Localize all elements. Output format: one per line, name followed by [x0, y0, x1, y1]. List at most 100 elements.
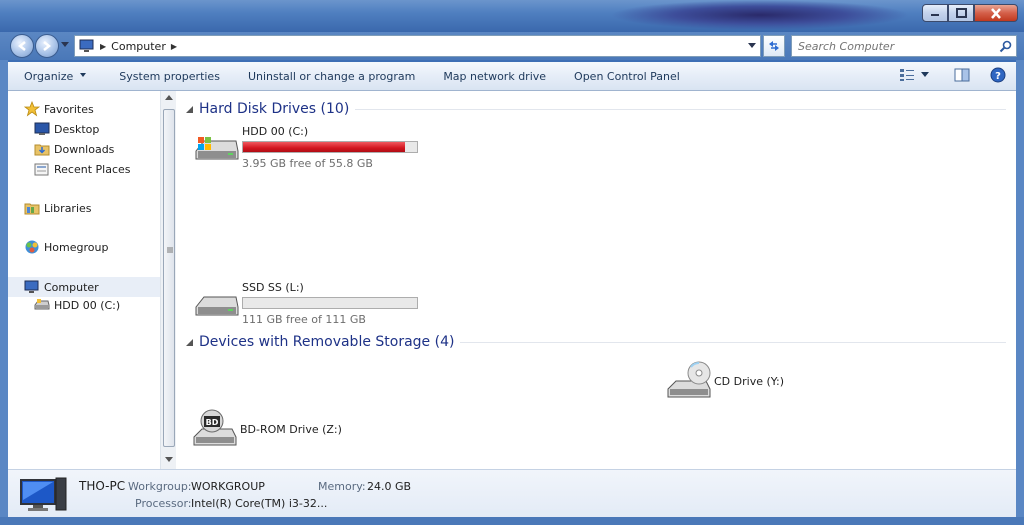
nav-libraries[interactable]: Libraries: [24, 200, 92, 216]
drive-cd-y[interactable]: CD Drive (Y:): [666, 361, 784, 401]
window-frame-left: [0, 60, 8, 520]
downloads-folder-icon: [34, 141, 50, 157]
windows-drive-icon: [195, 137, 239, 160]
scroll-down-icon[interactable]: [165, 457, 173, 463]
navigation-pane: Favorites Desktop Downloads Recent Place…: [8, 91, 160, 469]
nav-downloads[interactable]: Downloads: [34, 141, 114, 157]
command-bar: Organize System properties Uninstall or …: [8, 62, 1016, 91]
chevron-down-icon: [921, 72, 929, 77]
group-divider: [460, 341, 1006, 343]
drive-l-usage-bar: [242, 297, 418, 309]
close-button[interactable]: [974, 4, 1018, 22]
bd-rom-drive-icon: BD: [193, 409, 237, 446]
system-properties-button[interactable]: System properties: [105, 70, 234, 83]
organize-menu[interactable]: Organize: [8, 70, 105, 83]
search-input[interactable]: [798, 39, 998, 53]
minimize-button[interactable]: [922, 4, 948, 22]
drive-y-name: CD Drive (Y:): [714, 374, 785, 388]
nav-favorites[interactable]: Favorites: [24, 101, 94, 117]
address-row: ▶ Computer ▶: [0, 32, 1024, 60]
map-network-drive-button[interactable]: Map network drive: [429, 70, 560, 83]
refresh-button[interactable]: [763, 35, 785, 57]
collapse-triangle-icon[interactable]: [186, 105, 193, 113]
star-icon: [24, 101, 40, 117]
organize-label: Organize: [24, 69, 74, 83]
nav-scrollbar[interactable]: [160, 91, 176, 469]
drive-c-free: 3.95 GB free of 55.8 GB: [242, 157, 373, 170]
recent-pages-dropdown-icon[interactable]: [61, 42, 69, 48]
breadcrumb-computer[interactable]: Computer: [111, 40, 166, 53]
nav-libraries-label: Libraries: [44, 201, 92, 215]
drive-z-name: BD-ROM Drive (Z:): [240, 422, 342, 436]
wallpaper-glimpse: [610, 0, 910, 30]
drive-c-name: HDD 00 (C:): [242, 125, 309, 138]
scroll-thumb[interactable]: [163, 109, 175, 447]
window-controls: [922, 4, 1018, 22]
group-hard-disk-drives[interactable]: Hard Disk Drives (10): [176, 101, 1006, 117]
breadcrumb-arrow-icon[interactable]: ▶: [100, 42, 106, 51]
drive-hdd-c[interactable]: HDD 00 (C:) 3.95 GB free of 55.8 GB: [192, 125, 418, 170]
window-frame-bottom: [0, 517, 1024, 525]
arrow-right-icon: [43, 41, 52, 51]
nav-recent-places-label: Recent Places: [54, 162, 131, 176]
recent-places-icon: [34, 161, 50, 177]
computer-icon: [24, 279, 40, 295]
desktop-icon: [34, 121, 50, 137]
grip-icon: [167, 247, 173, 253]
maximize-button[interactable]: [948, 4, 974, 22]
forward-button[interactable]: [35, 34, 59, 58]
minimize-icon: [931, 14, 939, 16]
collapse-triangle-icon[interactable]: [186, 338, 193, 346]
drive-bd-z[interactable]: BD BD-ROM Drive (Z:): [192, 409, 342, 449]
drive-c-usage-bar: [242, 141, 418, 153]
chevron-down-icon: [80, 73, 87, 77]
title-bar: [0, 0, 1024, 32]
group-divider: [355, 108, 1006, 110]
address-dropdown-icon[interactable]: [748, 43, 756, 49]
computer-name: THO-PC: [79, 479, 126, 493]
nav-hdd-c-label: HDD 00 (C:): [54, 298, 121, 312]
arrow-left-icon: [17, 41, 26, 51]
nav-homegroup[interactable]: Homegroup: [24, 239, 108, 255]
search-box[interactable]: [791, 35, 1017, 57]
uninstall-program-button[interactable]: Uninstall or change a program: [234, 70, 429, 83]
nav-computer[interactable]: Computer: [8, 277, 160, 297]
open-control-panel-button[interactable]: Open Control Panel: [560, 70, 694, 83]
maximize-icon: [955, 8, 967, 18]
drive-l-name: SSD SS (L:): [242, 281, 304, 294]
help-icon[interactable]: ?: [990, 67, 1006, 83]
group-hdd-title: Hard Disk Drives (10): [199, 101, 350, 117]
close-icon: [991, 7, 1001, 19]
group-removable-storage[interactable]: Devices with Removable Storage (4): [176, 334, 1006, 350]
address-bar[interactable]: ▶ Computer ▶: [74, 35, 761, 57]
libraries-icon: [24, 200, 40, 216]
nav-hdd-c[interactable]: HDD 00 (C:): [34, 297, 120, 313]
window-frame-right: [1016, 60, 1024, 520]
nav-homegroup-label: Homegroup: [44, 240, 109, 254]
scroll-up-icon[interactable]: [165, 95, 173, 101]
svg-text:?: ?: [995, 71, 1001, 82]
bd-badge: BD: [206, 418, 219, 427]
drive-c-usage-fill: [243, 142, 405, 152]
nav-recent-places[interactable]: Recent Places: [34, 161, 131, 177]
homegroup-icon: [24, 239, 40, 255]
memory-value: 24.0 GB: [367, 480, 412, 493]
back-button[interactable]: [10, 34, 34, 58]
change-view-button[interactable]: [899, 68, 930, 82]
nav-desktop[interactable]: Desktop: [34, 121, 99, 137]
nav-computer-label: Computer: [44, 280, 99, 294]
workgroup-value: WORKGROUP: [191, 480, 265, 493]
breadcrumb-arrow-icon[interactable]: ▶: [171, 42, 177, 51]
search-icon[interactable]: [999, 40, 1012, 53]
preview-pane-icon[interactable]: [954, 68, 970, 82]
drive-ssd-l[interactable]: SSD SS (L:) 111 GB free of 111 GB: [192, 281, 418, 326]
memory-label: Memory:: [318, 480, 366, 493]
drive-l-free: 111 GB free of 111 GB: [242, 313, 366, 326]
refresh-icon: [769, 41, 779, 51]
group-removable-title: Devices with Removable Storage (4): [199, 334, 455, 350]
nav-downloads-label: Downloads: [54, 142, 115, 156]
processor-label: Processor:: [135, 497, 192, 510]
nav-favorites-label: Favorites: [44, 102, 94, 116]
processor-value: Intel(R) Core(TM) i3-32...: [191, 497, 328, 510]
cd-drive-icon: [667, 361, 711, 398]
